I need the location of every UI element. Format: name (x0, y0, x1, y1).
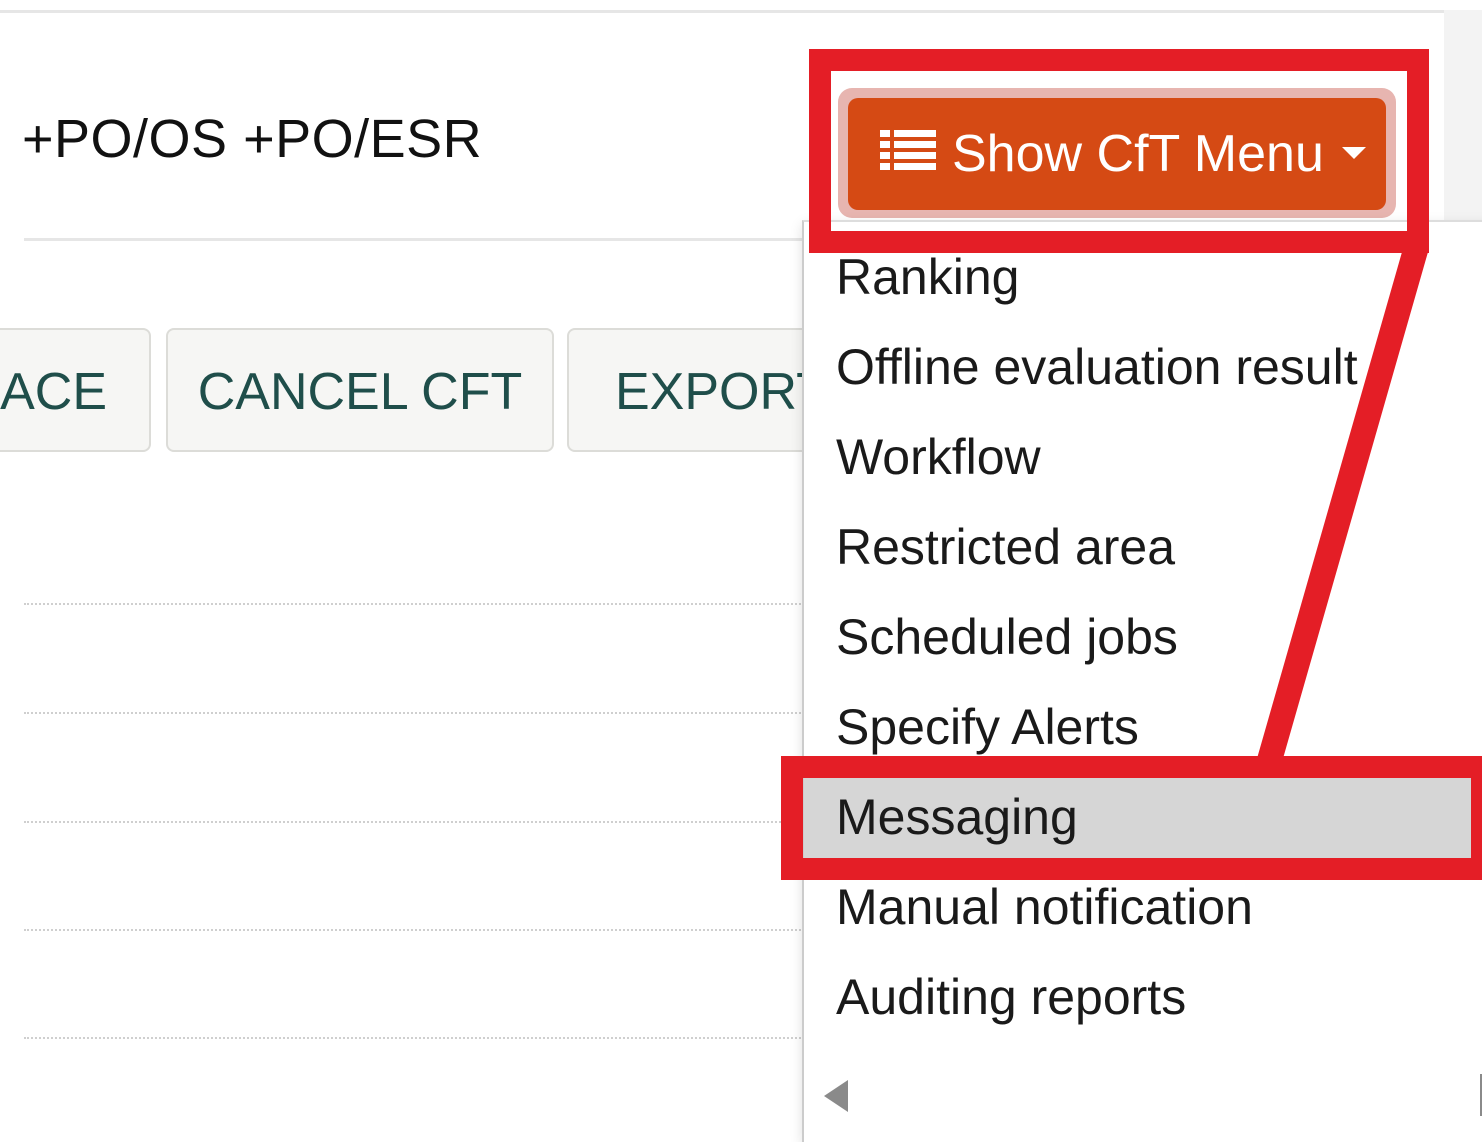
list-icon (880, 97, 936, 209)
place-button[interactable]: ACE (0, 328, 151, 452)
cft-dropdown-menu: Ranking Offline evaluation result Workfl… (802, 220, 1482, 1142)
export-button[interactable]: EXPORT (567, 328, 827, 452)
caret-down-icon (1341, 147, 1366, 160)
menu-item-ranking[interactable]: Ranking (804, 232, 1482, 322)
table-row (24, 712, 804, 714)
menu-item-restricted-area[interactable]: Restricted area (804, 502, 1482, 592)
cancel-cft-button[interactable]: CANCEL CFT (166, 328, 554, 452)
menu-button-label: Show CfT Menu (952, 125, 1324, 183)
menu-item-workflow[interactable]: Workflow (804, 412, 1482, 502)
table-row (24, 1037, 804, 1039)
menu-item-manual-notification[interactable]: Manual notification (804, 862, 1482, 952)
menu-item-offline-evaluation-result[interactable]: Offline evaluation result (804, 322, 1482, 412)
menu-item-specify-alerts[interactable]: Specify Alerts (804, 682, 1482, 772)
menu-item-auditing-reports[interactable]: Auditing reports (804, 952, 1482, 1042)
header-right-panel (1444, 10, 1482, 220)
table-row (24, 929, 804, 931)
scroll-left-icon[interactable] (824, 1080, 848, 1112)
table-row (24, 821, 804, 823)
menu-item-scheduled-jobs[interactable]: Scheduled jobs (804, 592, 1482, 682)
top-divider (0, 10, 1444, 13)
page-title: +PO/OS +PO/ESR (22, 109, 483, 169)
table-row (24, 603, 804, 605)
show-cft-menu-button[interactable]: Show CfT Menu (848, 98, 1386, 210)
menu-item-messaging[interactable]: Messaging (804, 772, 1482, 862)
